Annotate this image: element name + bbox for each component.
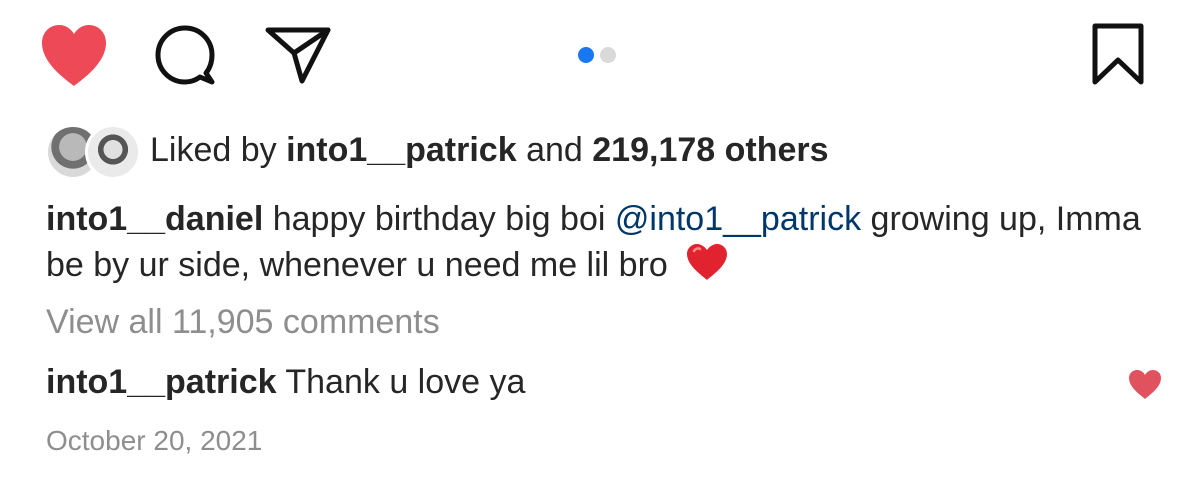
- liked-by-joiner: and: [526, 131, 583, 169]
- comment-text: Thank u love ya: [285, 363, 526, 401]
- like-heart-icon[interactable]: [38, 22, 110, 88]
- carousel-indicator: [578, 47, 616, 63]
- caption-text-before: happy birthday big boi: [272, 200, 606, 238]
- comment-bubble-icon[interactable]: [153, 23, 217, 87]
- comment-row: into1__patrick Thank u love ya: [46, 362, 525, 402]
- avatar: [85, 124, 141, 180]
- caption-username[interactable]: into1__daniel: [46, 200, 263, 238]
- carousel-dot-active: [578, 47, 594, 63]
- carousel-dot: [600, 47, 616, 63]
- post-date: October 20, 2021: [46, 425, 263, 456]
- caption-mention-link[interactable]: @into1__patrick: [615, 200, 861, 238]
- comment-like-heart-icon[interactable]: [1127, 368, 1163, 400]
- paper-plane-share-icon[interactable]: [264, 25, 332, 85]
- liked-by-line: Liked by into1__patrick and 219,178 othe…: [150, 130, 829, 170]
- bookmark-icon[interactable]: [1090, 22, 1146, 86]
- post-caption: into1__daniel happy birthday big boi @in…: [46, 196, 1166, 288]
- liked-by-avatars[interactable]: [45, 124, 141, 180]
- liked-by-prefix: Liked by: [150, 131, 277, 169]
- liked-by-username[interactable]: into1__patrick: [286, 131, 517, 169]
- liked-by-others-count[interactable]: 219,178 others: [592, 131, 828, 169]
- view-all-comments-link[interactable]: View all 11,905 comments: [46, 302, 440, 342]
- red-heart-emoji-icon: [685, 242, 729, 282]
- comment-username[interactable]: into1__patrick: [46, 363, 277, 401]
